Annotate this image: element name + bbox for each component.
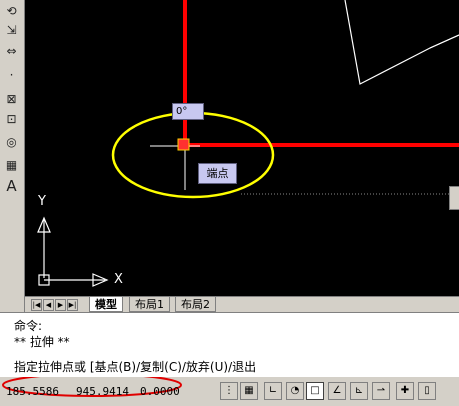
tab-nav-last[interactable]: ▶| bbox=[67, 299, 78, 311]
tab-layout2[interactable]: 布局2 bbox=[175, 297, 216, 312]
coord-x: 185.5586 bbox=[6, 385, 59, 398]
scale-icon[interactable]: ⇲ bbox=[3, 21, 20, 38]
triangle-edge bbox=[429, 34, 459, 49]
status-bar: 185.5586 945.9414 0.0000 ⋮ ▦ ∟ ◔ □ ∠ ⊾ ⇀… bbox=[0, 376, 459, 406]
modify-toolbar: ⟲ ⇲ ⇔ · ⊠ ⊡ ◎ ▦ A bbox=[0, 0, 25, 312]
highlight-ellipse bbox=[111, 111, 275, 199]
ducs-toggle[interactable]: ⊾ bbox=[350, 382, 368, 400]
extend-icon[interactable]: ⊡ bbox=[3, 110, 20, 127]
coord-z: 0.0000 bbox=[140, 385, 180, 398]
command-window[interactable]: 命令: ** 拉伸 ** 指定拉伸点或 [基点(B)/复制(C)/放弃(U)/退… bbox=[0, 312, 459, 377]
triangle-geometry bbox=[344, 0, 459, 85]
tab-model[interactable]: 模型 bbox=[89, 297, 123, 312]
rotate-icon[interactable]: ⟲ bbox=[3, 2, 20, 19]
snap-endpoint-tooltip: 端点 bbox=[198, 163, 237, 184]
endpoint-marker bbox=[177, 138, 190, 151]
tab-nav-first[interactable]: |◀ bbox=[31, 299, 42, 311]
osnap-toggle[interactable]: □ bbox=[306, 382, 324, 400]
text-icon[interactable]: A bbox=[3, 177, 20, 195]
model-toggle[interactable]: ▯ bbox=[418, 382, 436, 400]
ucs-x-label: X bbox=[114, 272, 123, 287]
stretch-icon[interactable]: ⇔ bbox=[3, 42, 20, 59]
dyn-toggle[interactable]: ⇀ bbox=[372, 382, 390, 400]
polar-toggle[interactable]: ◔ bbox=[286, 382, 304, 400]
command-history-line: 命令: bbox=[14, 319, 43, 333]
tab-nav-next[interactable]: ▶ bbox=[55, 299, 66, 311]
canvas-side-widget[interactable] bbox=[449, 186, 459, 210]
point-icon[interactable]: · bbox=[3, 66, 20, 83]
drawing-canvas[interactable] bbox=[25, 0, 459, 296]
ortho-toggle[interactable]: ∟ bbox=[264, 382, 282, 400]
table-icon[interactable]: ▦ bbox=[3, 156, 20, 173]
otrack-toggle[interactable]: ∠ bbox=[328, 382, 346, 400]
coord-y: 945.9414 bbox=[76, 385, 129, 398]
snap-toggle[interactable]: ⋮ bbox=[220, 382, 238, 400]
tab-layout1[interactable]: 布局1 bbox=[129, 297, 170, 312]
polar-angle-tooltip: 0° bbox=[172, 103, 204, 120]
tab-nav-prev[interactable]: ◀ bbox=[43, 299, 54, 311]
layout-tabs-bar: |◀ ◀ ▶ ▶| 模型 布局1 布局2 bbox=[25, 296, 459, 313]
ucs-y-label: Y bbox=[38, 194, 46, 209]
command-prompt[interactable]: 指定拉伸点或 [基点(B)/复制(C)/放弃(U)/退出 bbox=[14, 358, 256, 375]
canvas-drawing bbox=[37, 0, 459, 287]
command-history-line: ** 拉伸 ** bbox=[14, 335, 70, 349]
lwt-toggle[interactable]: ✚ bbox=[396, 382, 414, 400]
grid-toggle[interactable]: ▦ bbox=[240, 382, 258, 400]
break-icon[interactable]: ◎ bbox=[3, 133, 20, 150]
trim-icon[interactable]: ⊠ bbox=[3, 90, 20, 107]
